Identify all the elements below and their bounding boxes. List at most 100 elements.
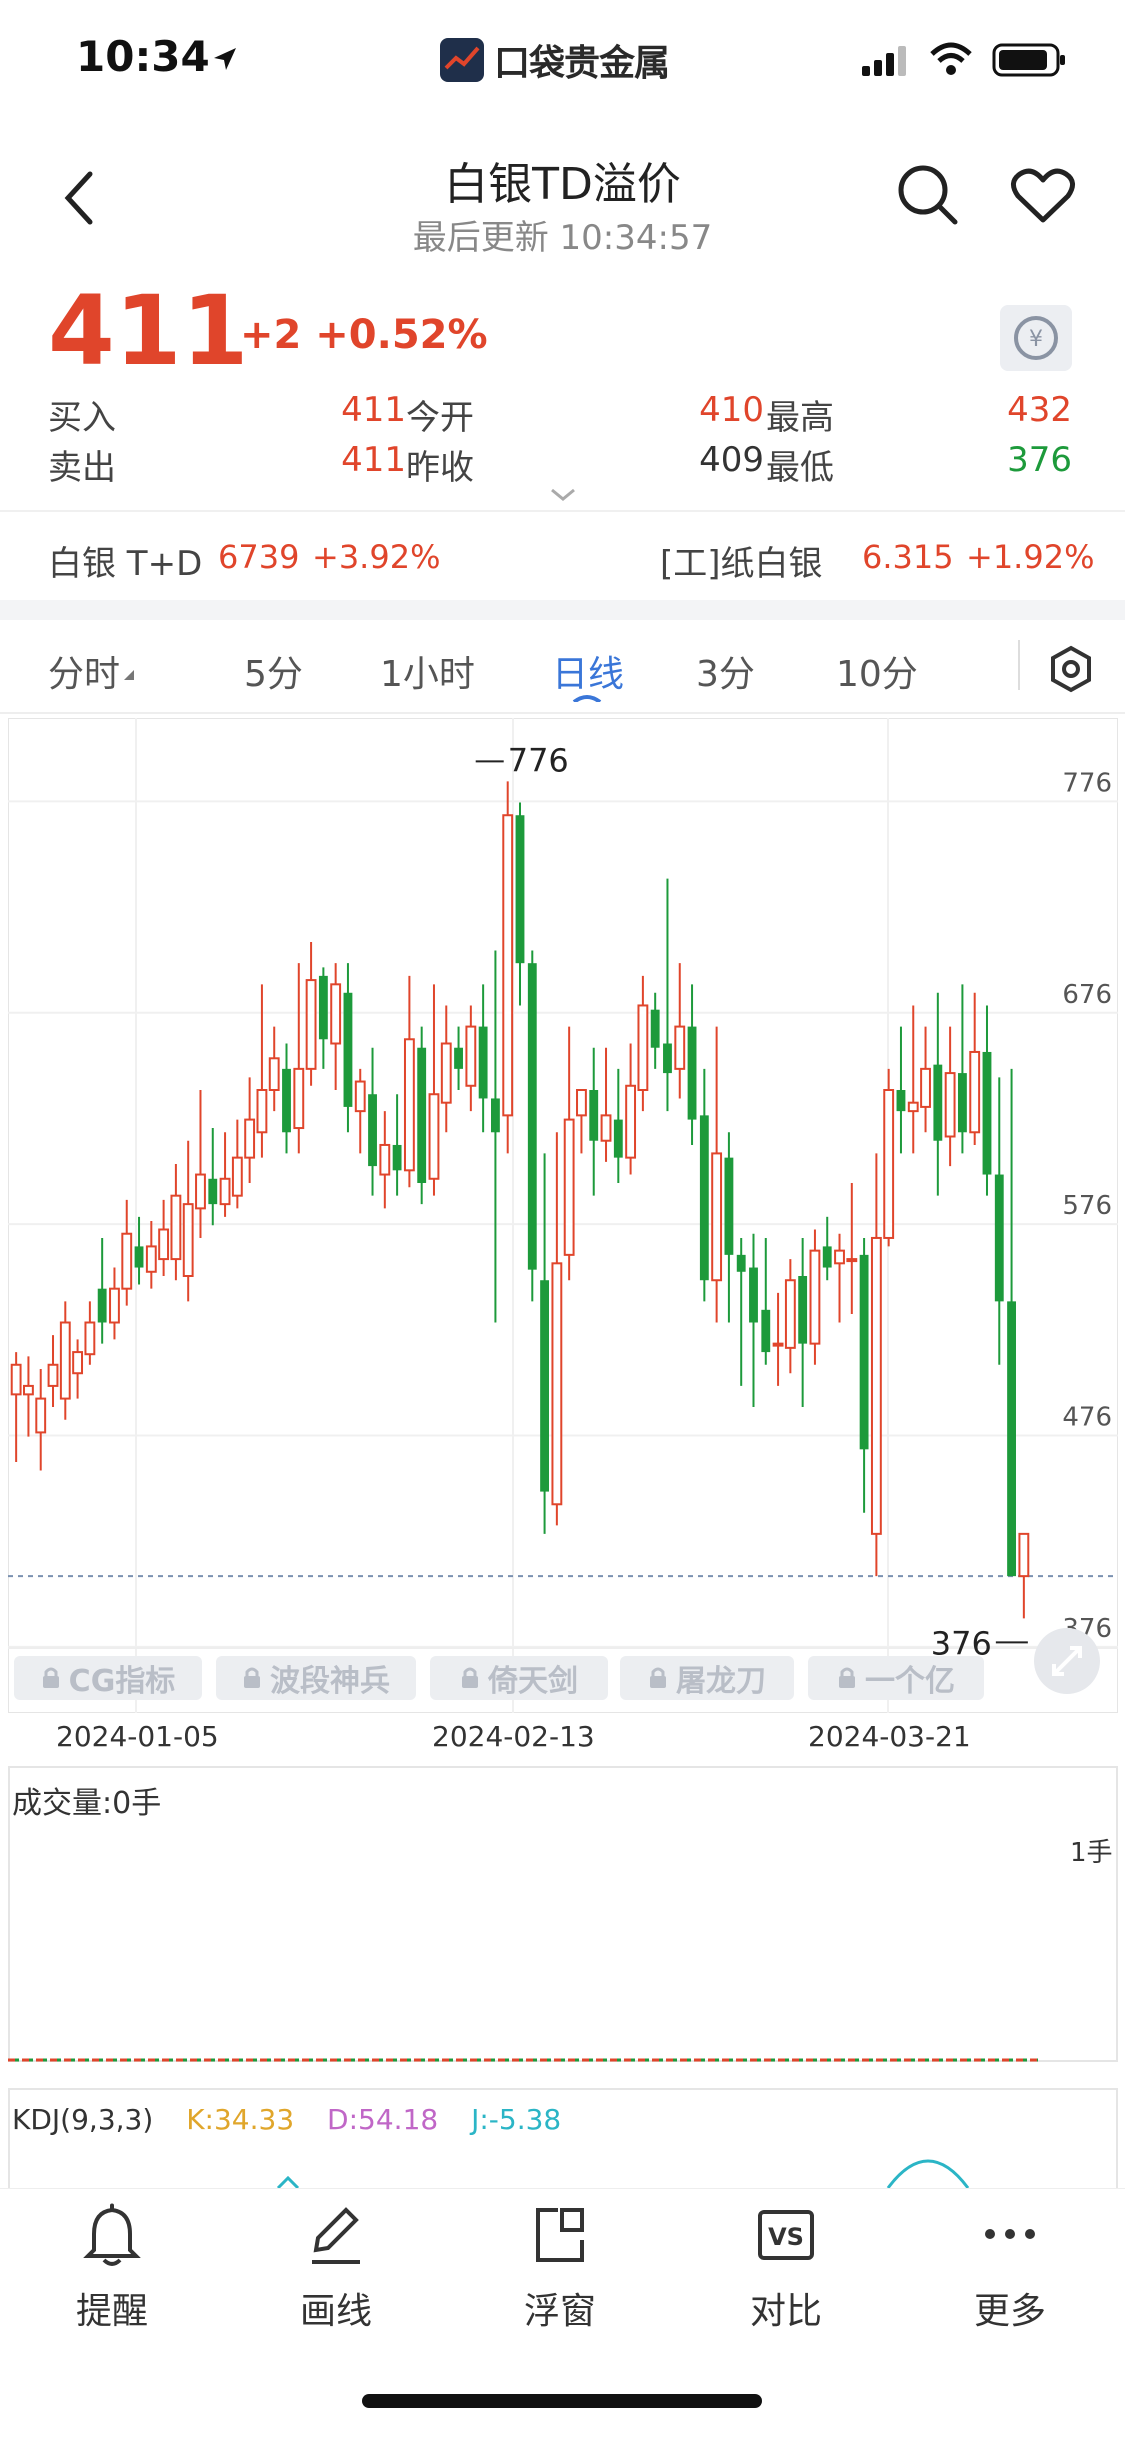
candle-body-down	[749, 1267, 758, 1323]
app-logo-text: 口袋贵金属	[494, 43, 670, 84]
kdj-name: KDJ(9,3,3)	[12, 2103, 154, 2136]
draw-line-button[interactable]: 画线	[256, 2200, 416, 2334]
indicator-tag-blade[interactable]: 屠龙刀	[620, 1656, 794, 1700]
quote-value-high: 432	[1007, 390, 1072, 430]
more-button[interactable]: 更多	[930, 2200, 1090, 2334]
candle-body-up	[354, 1080, 366, 1113]
volume-panel	[8, 1766, 1118, 2062]
indicator-tag-label: 倚天剑	[488, 1664, 578, 1699]
favorite-heart-icon[interactable]	[1010, 166, 1076, 226]
convert-currency-button[interactable]: ¥	[1000, 305, 1072, 371]
candle-body-up	[870, 1236, 882, 1535]
pencil-icon	[312, 2207, 360, 2264]
fullscreen-expand-icon	[1052, 1646, 1082, 1676]
candle-body-up	[47, 1363, 59, 1387]
candle-body-down	[896, 1090, 906, 1112]
candle-body-up	[244, 1118, 256, 1159]
candle-body-up	[10, 1363, 22, 1396]
kdj-lines	[276, 2159, 970, 2188]
tab-daily[interactable]: 日线	[552, 645, 624, 697]
candle-body-up	[84, 1321, 96, 1356]
candle-body-up	[182, 1203, 194, 1277]
indicator-tag-sword[interactable]: 倚天剑	[430, 1656, 608, 1700]
candle-body-up	[625, 1084, 637, 1159]
candle-body-down	[957, 1073, 967, 1133]
candle-body-up	[784, 1279, 796, 1349]
candle-body-up	[772, 1342, 784, 1347]
app-logo: 口袋贵金属	[440, 34, 670, 86]
related-item-change: +1.92%	[966, 538, 1095, 576]
wifi-icon	[930, 42, 972, 75]
current-price: 411	[48, 275, 249, 387]
candle-body-up	[637, 1004, 649, 1092]
related-item-change: +3.92%	[312, 538, 441, 576]
tab-1hour[interactable]: 1小时	[380, 645, 475, 697]
draw-line-label: 画线	[299, 2291, 372, 2332]
volume-zero-line	[8, 2058, 1038, 2062]
candle-body-down	[761, 1309, 771, 1353]
indicator-tag-wave[interactable]: 波段神兵	[216, 1656, 416, 1700]
quote-value-open: 410	[699, 390, 764, 430]
divider	[0, 510, 1125, 512]
quote-label-open: 今开	[406, 398, 474, 438]
candle-body-down	[994, 1174, 1004, 1302]
tab-5min[interactable]: 5分	[244, 645, 303, 697]
chart-settings-icon[interactable]	[1046, 644, 1096, 694]
indicator-tag-cg[interactable]: CG指标	[14, 1656, 202, 1700]
candle-body-up	[711, 1152, 723, 1282]
tab-timeshare[interactable]: 分时	[48, 645, 120, 697]
compare-label: 对比	[749, 2291, 822, 2332]
candle-body-down	[392, 1144, 402, 1171]
candle-body-up	[305, 979, 317, 1070]
candle-body-down	[490, 1098, 500, 1133]
candle-body-up	[600, 1114, 612, 1142]
kdj-legend: KDJ(9,3,3) K:34.33 D:54.18 J:-5.38	[12, 2103, 561, 2136]
kdj-d: D:54.18	[327, 2103, 439, 2136]
candle-body-down	[699, 1115, 709, 1281]
candle-body-down	[982, 1051, 992, 1175]
search-icon[interactable]	[895, 162, 961, 228]
float-window-button[interactable]: 浮窗	[480, 2200, 640, 2334]
fullscreen-button[interactable]	[1034, 1628, 1100, 1694]
candle-body-down	[1007, 1301, 1016, 1577]
svg-text:VS: VS	[768, 2223, 804, 2251]
tab-3min[interactable]: 3分	[696, 645, 755, 697]
quote-value-prev-close: 409	[699, 440, 764, 480]
compare-button[interactable]: VS 对比	[706, 2200, 866, 2334]
y-axis-label: 676	[1062, 980, 1112, 1010]
candle-body-down	[663, 1043, 672, 1074]
candle-body-up	[121, 1232, 133, 1290]
related-item-name[interactable]: 白银 T+D	[48, 536, 202, 585]
candlestick-chart[interactable]: 376476576676776776376	[8, 718, 1118, 1713]
candle-body-down	[515, 815, 525, 964]
quote-grid: 买入 411 今开 410 最高 432 卖出 411 昨收 409 最低 37…	[48, 390, 1078, 490]
candle-body-up	[834, 1249, 845, 1265]
bell-icon	[83, 2203, 141, 2266]
indicator-tag-billion[interactable]: 一个亿	[808, 1656, 984, 1700]
kdj-j: J:-5.38	[471, 2103, 562, 2136]
float-window-icon	[536, 2208, 584, 2262]
related-item-name[interactable]: [工]纸白银	[660, 536, 823, 585]
candle-body-up	[268, 1057, 280, 1091]
tab-dropdown-icon	[124, 670, 134, 680]
y-axis-label: 576	[1062, 1191, 1112, 1221]
alert-button[interactable]: 提醒	[32, 2200, 192, 2334]
candle-body-up	[969, 1050, 981, 1134]
candle-body-down	[282, 1068, 291, 1133]
tab-10min[interactable]: 10分	[836, 645, 918, 697]
candle-body-down	[343, 992, 353, 1107]
candle-body-down	[736, 1254, 746, 1272]
candle-body-down	[417, 1047, 427, 1183]
vs-icon: VS	[758, 2210, 814, 2260]
candle-body-up	[846, 1258, 858, 1263]
more-icon	[985, 2229, 1035, 2239]
related-item-price: 6.315	[862, 538, 954, 576]
quote-label-high: 最高	[766, 398, 834, 438]
more-label: 更多	[973, 2291, 1046, 2332]
candle-body-up	[440, 1042, 452, 1104]
candle-body-up	[551, 1262, 563, 1506]
home-indicator	[362, 2394, 762, 2408]
x-axis-label: 2024-03-21	[808, 1720, 971, 1753]
expand-chevron-icon[interactable]	[548, 486, 578, 504]
indicator-tag-label: 屠龙刀	[676, 1664, 766, 1699]
